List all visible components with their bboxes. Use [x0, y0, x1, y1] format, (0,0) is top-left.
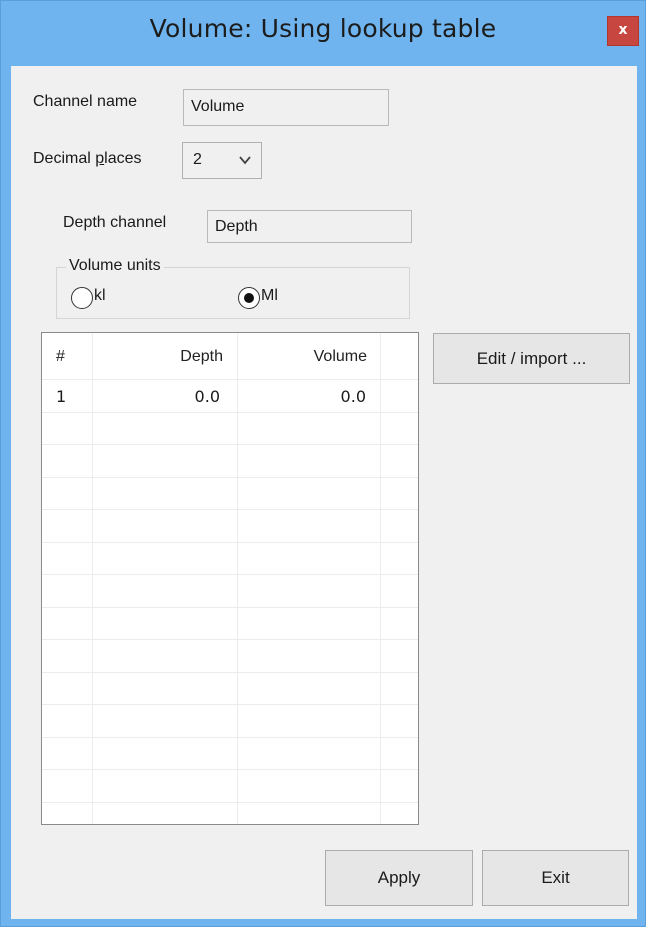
row-divider	[42, 509, 418, 510]
table-cell-depth[interactable]: 0.0	[92, 387, 220, 406]
radio-selected-dot	[244, 293, 254, 303]
radio-kl-label[interactable]: kl	[94, 287, 106, 305]
dialog-window: Volume: Using lookup table x Channel nam…	[0, 0, 646, 927]
depth-channel-field[interactable]: Depth	[207, 210, 412, 243]
row-divider	[42, 607, 418, 608]
radio-ml-label[interactable]: Ml	[261, 287, 278, 305]
column-header-volume[interactable]: Volume	[237, 348, 367, 366]
column-divider	[237, 333, 238, 824]
row-divider	[42, 574, 418, 575]
edit-import-button[interactable]: Edit / import ...	[433, 333, 630, 384]
window-title: Volume: Using lookup table	[149, 14, 497, 43]
row-divider	[42, 737, 418, 738]
row-divider	[42, 477, 418, 478]
decimal-places-select[interactable]: 2	[182, 142, 262, 179]
row-divider	[42, 444, 418, 445]
column-divider	[380, 333, 381, 824]
row-divider	[42, 412, 418, 413]
lookup-table[interactable]: # Depth Volume 1 0.0 0.0	[41, 332, 419, 825]
decimal-places-label: Decimal places	[33, 150, 142, 168]
decimal-places-value: 2	[193, 151, 202, 168]
channel-name-field[interactable]: Volume	[183, 89, 389, 126]
decimal-places-mnemonic: p	[95, 150, 105, 167]
row-divider	[42, 379, 418, 380]
row-divider	[42, 672, 418, 673]
close-icon: x	[618, 22, 628, 38]
row-divider	[42, 639, 418, 640]
volume-units-legend: Volume units	[66, 257, 164, 275]
channel-name-label: Channel name	[33, 93, 138, 110]
column-divider	[92, 333, 93, 824]
row-divider	[42, 542, 418, 543]
depth-channel-label: Depth channel	[63, 214, 167, 231]
table-cell-volume[interactable]: 0.0	[237, 387, 366, 406]
row-divider	[42, 769, 418, 770]
row-divider	[42, 704, 418, 705]
column-header-depth[interactable]: Depth	[92, 348, 223, 366]
close-button[interactable]: x	[607, 16, 639, 46]
exit-button[interactable]: Exit	[482, 850, 629, 906]
apply-button[interactable]: Apply	[325, 850, 473, 906]
title-bar[interactable]: Volume: Using lookup table x	[1, 1, 645, 59]
decimal-places-label-pre: Decimal	[33, 150, 96, 167]
column-header-index[interactable]: #	[56, 348, 65, 366]
chevron-down-icon	[239, 156, 251, 165]
row-divider	[42, 802, 418, 803]
radio-kl[interactable]	[71, 287, 93, 309]
decimal-places-label-post: laces	[104, 150, 142, 167]
table-cell-index[interactable]: 1	[56, 387, 66, 406]
radio-ml[interactable]	[238, 287, 260, 309]
